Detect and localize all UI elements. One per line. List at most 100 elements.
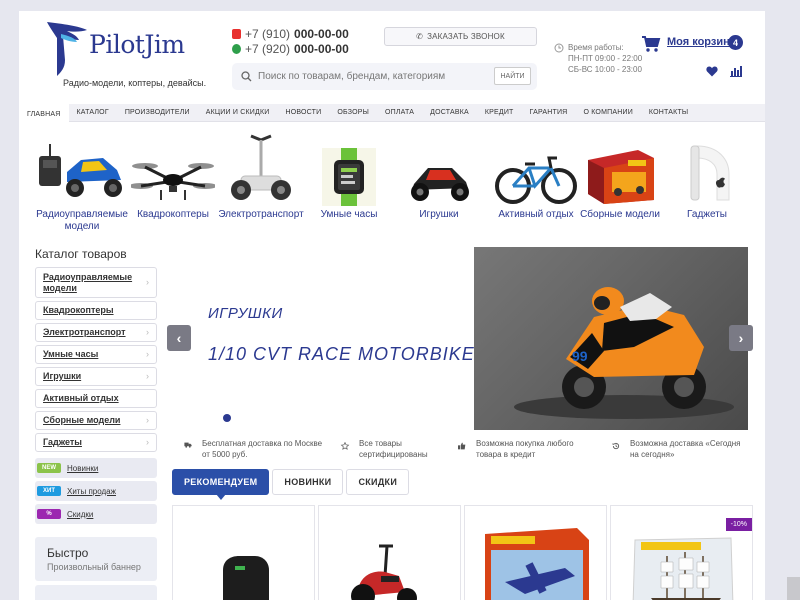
slide-category[interactable]: ИГРУШКИ [208,305,283,322]
category-active-rest[interactable]: Активный отдых [485,132,587,221]
tab-new[interactable]: НОВИНКИ [272,469,344,495]
feature-free-delivery: Бесплатная доставка по Москве от 5000 ру… [182,438,332,460]
gadget-image [690,145,730,201]
nav-home[interactable]: ГЛАВНАЯ [19,103,69,123]
chevron-right-icon: › [146,349,149,359]
slide-title[interactable]: 1/10 CVT RACE MOTORBIKE [208,344,475,365]
sale-badge: % [37,509,61,519]
sidebar-item-smart-watches[interactable]: Умные часы › [35,345,157,364]
phone-2-prefix: +7 (920) [245,42,291,56]
sidebar-tag-hits[interactable]: ХИТ Хиты продаж [35,481,157,501]
nav-news[interactable]: НОВОСТИ [277,104,329,122]
compare-icon[interactable] [730,66,742,77]
page-scrollbar[interactable] [787,577,800,600]
sidebar-item-model-kits[interactable]: Сборные модели › [35,411,157,430]
sidebar-tag-new[interactable]: NEW Новинки [35,458,157,478]
slider-next-button[interactable]: › [729,325,753,351]
sidebar-title: Каталог товаров [35,247,127,261]
nav-reviews[interactable]: ОБЗОРЫ [329,104,377,122]
nav-credit[interactable]: КРЕДИТ [477,104,522,122]
nav-manufacturers[interactable]: ПРОИЗВОДИТЕЛИ [117,104,198,122]
category-model-kits[interactable]: Сборные модели [579,132,661,221]
category-rc-models[interactable]: Радиоуправляемые модели [34,132,130,233]
chevron-right-icon: › [146,327,149,337]
category-label: Сборные модели [580,209,660,220]
nav-promotions[interactable]: АКЦИИ И СКИДКИ [198,104,278,122]
category-toys[interactable]: Игрушки [399,132,479,221]
banner-subtitle: Произвольный баннер [47,562,141,572]
phone-icon: ✆ [416,32,424,41]
chevron-right-icon: › [738,330,744,346]
sidebar-item-label: Радиоуправляемые модели [43,271,133,293]
category-label: Квадрокоптеры [137,209,209,220]
search-button[interactable]: НАЙТИ [494,67,531,85]
search-input[interactable] [258,71,494,82]
phone-2[interactable]: +7 (920) 000-00-00 [232,42,349,56]
nav-delivery[interactable]: ДОСТАВКА [422,104,477,122]
sidebar-catalog: Радиоуправляемые модели › Квадрокоптеры Э… [35,267,157,455]
logo-text[interactable]: PilotJim [89,30,185,59]
slider-dot-active[interactable] [223,414,231,422]
main-nav: ГЛАВНАЯ КАТАЛОГ ПРОИЗВОДИТЕЛИ АКЦИИ И СК… [19,103,765,123]
sidebar-item-rc-models[interactable]: Радиоуправляемые модели › [35,267,157,298]
sidebar-item-electric-transport[interactable]: Электротранспорт › [35,323,157,342]
thumbs-up-icon [458,442,466,450]
callback-button[interactable]: ✆ ЗАКАЗАТЬ ЗВОНОК [384,27,537,46]
nav-contacts[interactable]: КОНТАКТЫ [641,104,696,122]
cart-icon[interactable] [641,35,661,53]
working-hours: Время работы: ПН-ПТ 09:00 - 22:00 СБ-ВС … [568,42,642,75]
product-card[interactable]: -10% [610,505,753,600]
feature-text: Все товары сертифицированы [359,439,428,459]
sidebar-item-label: Электротранспорт [43,327,126,337]
sidebar-item-label: Игрушки [43,371,82,381]
mts-icon [232,29,241,39]
product-card[interactable] [318,505,461,600]
megafon-icon [232,44,241,54]
category-gadgets[interactable]: Гаджеты [669,132,745,221]
tab-discounts[interactable]: СКИДКИ [346,469,410,495]
sidebar-item-label: Активный отдых [43,393,119,403]
product-card[interactable] [172,505,315,600]
history-icon [612,443,620,450]
cart-link[interactable]: Моя корзина [667,36,736,48]
truck-icon [184,442,192,448]
sidebar-item-quadcopters[interactable]: Квадрокоптеры [35,301,157,320]
sidebar-item-label: Квадрокоптеры [43,305,114,315]
slider-prev-button[interactable]: ‹ [167,325,191,351]
chevron-right-icon: › [146,371,149,381]
motorbike-image: 99 [514,287,734,419]
new-badge: NEW [37,463,61,473]
phone-1[interactable]: +7 (910) 000-00-00 [232,27,349,41]
sidebar-item-active-rest[interactable]: Активный отдых [35,389,157,408]
category-quadcopters[interactable]: Квадрокоптеры [131,132,215,221]
nav-payment[interactable]: ОПЛАТА [377,104,422,122]
chevron-left-icon: ‹ [176,330,182,346]
chevron-right-icon: › [146,277,149,287]
heart-icon[interactable] [706,66,718,77]
product-image-scooter [351,544,417,600]
nav-catalog[interactable]: КАТАЛОГ [69,104,117,122]
product-image-gadget [223,556,269,600]
sidebar-item-gadgets[interactable]: Гаджеты › [35,433,157,452]
banner-title: Быстро [47,546,89,560]
nav-about[interactable]: О КОМПАНИИ [575,104,640,122]
sidebar-tag-sale[interactable]: % Скидки [35,504,157,524]
category-electric-transport[interactable]: Электротранспорт [216,132,306,221]
feature-text: Возможна доставка «Сегодня на сегодня» [630,439,741,459]
feature-certified: Все товары сертифицированы [339,438,451,460]
sidebar-banner[interactable]: Быстро Произвольный баннер [35,537,157,581]
sidebar-item-toys[interactable]: Игрушки › [35,367,157,386]
product-card[interactable] [464,505,607,600]
sidebar-banner-2[interactable] [35,585,157,600]
tab-recommended[interactable]: РЕКОМЕНДУЕМ [172,469,270,500]
hours-title: Время работы: [568,43,624,52]
logo-wing-icon [47,22,87,76]
hero-slider: ИГРУШКИ 1/10 CVT RACE MOTORBIKE 99 [167,247,751,430]
category-label: Гаджеты [687,209,727,220]
nav-warranty[interactable]: ГАРАНТИЯ [522,104,576,122]
toy-buggy-image [411,168,469,201]
feature-same-day: Возможна доставка «Сегодня на сегодня» [610,438,750,460]
phone-2-number: 000-00-00 [294,42,349,56]
slide-image[interactable]: 99 [474,247,748,430]
category-smart-watches[interactable]: Умные часы [313,132,385,221]
